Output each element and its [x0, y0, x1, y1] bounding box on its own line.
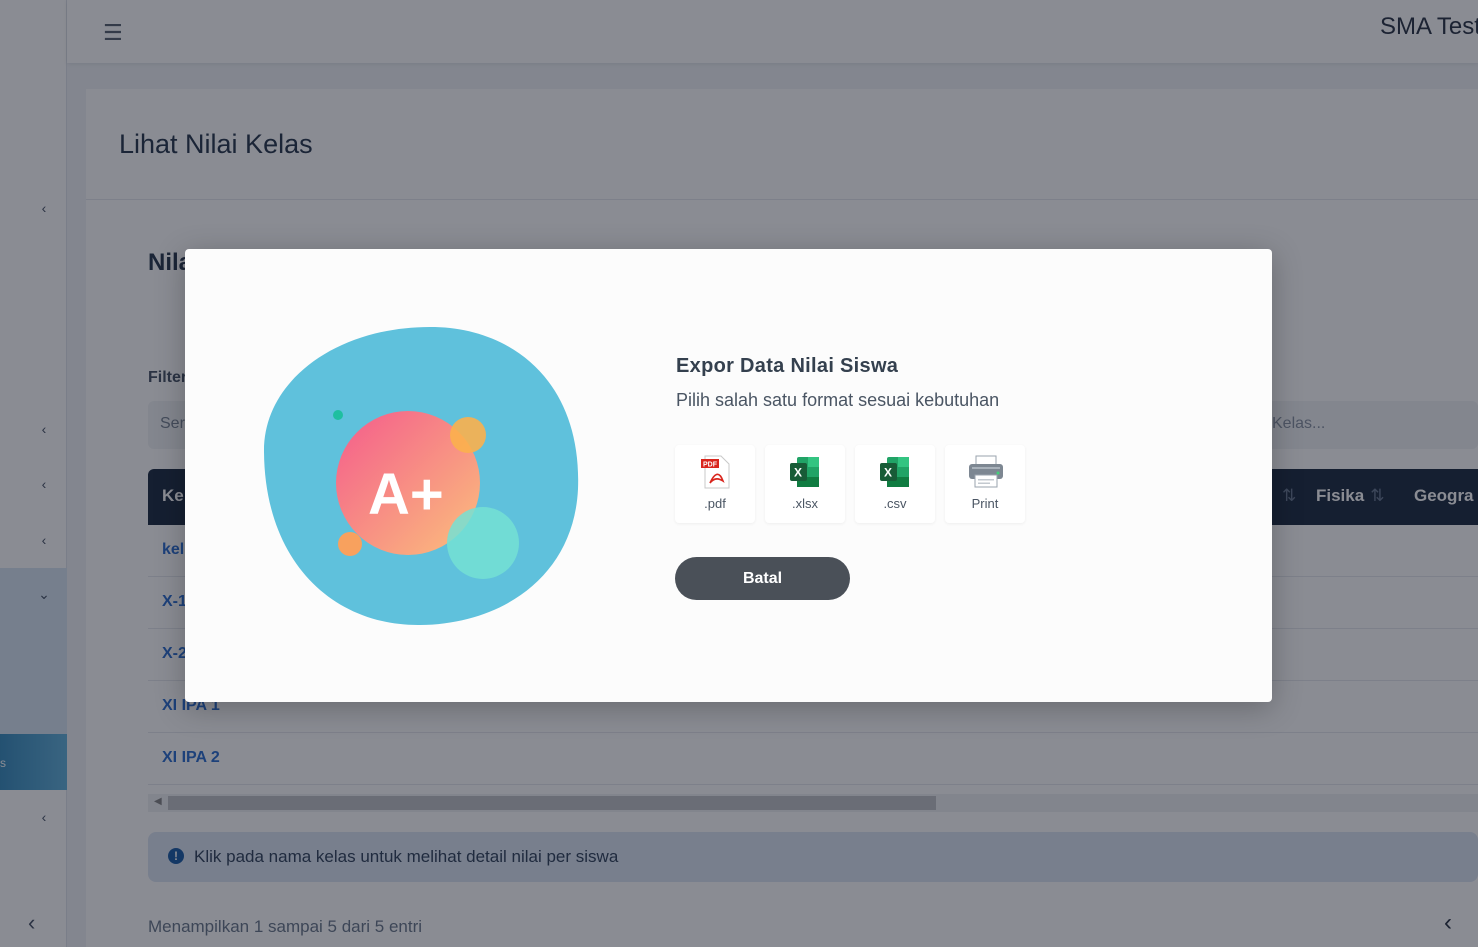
export-modal: A+ Expor Data Nilai Siswa Pilih salah sa…	[185, 249, 1272, 702]
print-button[interactable]: Print	[945, 445, 1025, 523]
export-pdf-button[interactable]: PDF .pdf	[675, 445, 755, 523]
format-label: .pdf	[704, 496, 726, 511]
export-csv-button[interactable]: X .csv	[855, 445, 935, 523]
grade-illustration: A+	[263, 326, 579, 626]
small-orange-circle	[338, 532, 362, 556]
svg-text:X: X	[884, 466, 892, 480]
dot-teal	[333, 410, 343, 420]
format-label: .csv	[883, 496, 907, 511]
grade-text: A+	[368, 462, 444, 527]
mint-circle	[447, 507, 519, 579]
format-label: Print	[971, 496, 999, 511]
orange-circle	[450, 417, 486, 453]
svg-text:PDF: PDF	[703, 462, 718, 469]
svg-text:X: X	[794, 466, 802, 480]
modal-title: Expor Data Nilai Siswa	[676, 355, 899, 377]
excel-icon: X	[880, 457, 909, 487]
cancel-button[interactable]: Batal	[675, 557, 850, 600]
pdf-icon: PDF	[701, 455, 730, 489]
printer-icon	[969, 455, 1003, 488]
excel-icon: X	[790, 457, 819, 487]
modal-subtitle: Pilih salah satu format sesuai kebutuhan	[676, 390, 1000, 410]
export-xlsx-button[interactable]: X .xlsx	[765, 445, 845, 523]
format-label: .xlsx	[792, 496, 818, 511]
